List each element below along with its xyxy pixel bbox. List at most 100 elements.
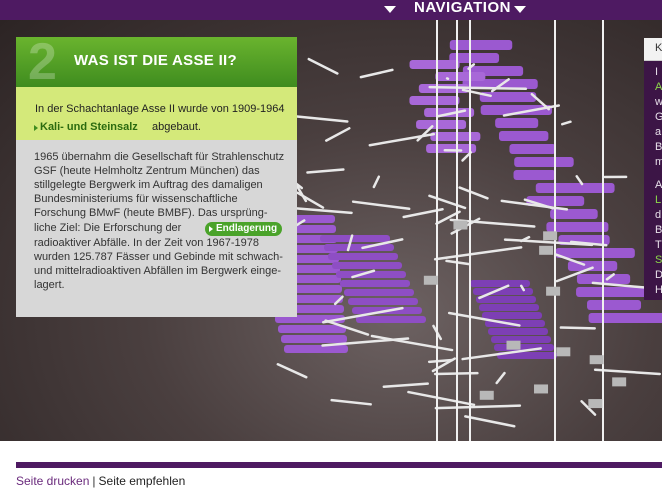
mine-tunnel xyxy=(287,114,349,123)
mine-chamber-block xyxy=(550,209,598,219)
mine-structure xyxy=(506,340,521,350)
mine-chamber-block xyxy=(513,170,556,180)
kali-steinsalz-link[interactable]: Kali- und Steinsalz xyxy=(34,121,138,133)
side-text: B xyxy=(655,224,662,236)
footer-divider xyxy=(16,462,662,468)
mine-chamber-block xyxy=(426,144,477,153)
mine-chamber-block xyxy=(328,253,398,260)
mine-tunnel xyxy=(368,132,436,147)
side-text: A xyxy=(655,179,662,191)
side-text: d xyxy=(655,209,662,221)
mine-chamber-block xyxy=(495,118,539,128)
mine-tunnel xyxy=(593,368,662,376)
mine-tunnel xyxy=(359,68,394,79)
side-text: T xyxy=(655,239,662,251)
mine-structure xyxy=(423,275,438,285)
mine-chamber-block xyxy=(281,335,347,343)
endlagerung-link-label: Endlagerung xyxy=(216,223,278,234)
mine-tunnel xyxy=(330,398,372,406)
top-navigation-bar: NAVIGATION xyxy=(0,0,662,20)
panel-intro: In der Schachtanlage Asse II wurde von 1… xyxy=(16,87,297,140)
mine-structure xyxy=(589,355,604,365)
side-link[interactable]: L xyxy=(655,194,661,206)
mine-chamber-block xyxy=(449,40,513,50)
panel-header: 2 WAS IST DIE ASSE II? xyxy=(16,33,297,91)
mine-tunnel xyxy=(307,57,339,75)
mine-chamber-block xyxy=(488,328,548,335)
mine-chamber-block xyxy=(320,235,390,242)
print-page-link[interactable]: Seite drucken xyxy=(16,474,89,488)
side-link[interactable]: A xyxy=(655,81,662,93)
mine-chamber-block xyxy=(479,92,537,102)
mine-structure xyxy=(546,286,561,296)
mine-chamber-block xyxy=(476,296,536,303)
mine-tunnel xyxy=(495,371,506,385)
side-text: I xyxy=(655,66,659,78)
mine-tunnel xyxy=(294,207,353,215)
mine-structure xyxy=(479,390,494,400)
mine-tunnel xyxy=(306,168,345,174)
mine-visualization-stage: 2 WAS IST DIE ASSE II? In der Schachtanl… xyxy=(0,20,662,441)
side-text: w xyxy=(655,96,662,108)
body-line: GSF (heute Helmholtz Zentrum München) da… xyxy=(34,165,260,177)
body-line: Bundesministeriums für wissenschaftliche xyxy=(34,193,238,205)
mine-chamber-block xyxy=(348,298,418,305)
body-line: 1965 übernahm die Gesellschaft für Strah… xyxy=(34,151,285,163)
mine-tunnel xyxy=(464,415,516,428)
mine-tunnel xyxy=(372,175,381,189)
mine-chamber-block xyxy=(509,144,556,154)
link-arrow-icon xyxy=(209,226,213,232)
side-panel-header[interactable]: K xyxy=(644,38,662,61)
side-panel-title: K xyxy=(655,42,662,54)
panel-number: 2 xyxy=(28,33,57,91)
side-text: m xyxy=(655,156,662,168)
body-line: Forschung BMwF (heute BMBF). Das ursprün… xyxy=(34,207,268,219)
mine-chamber-block xyxy=(340,280,410,287)
mine-tunnel xyxy=(428,194,467,210)
mine-chamber-block xyxy=(588,313,662,323)
body-line: liche Ziel: Die Erforschung der Endlager… xyxy=(34,222,283,236)
link-arrow-icon xyxy=(34,125,38,131)
body-line-text: liche Ziel: Die Erforschung der xyxy=(34,222,182,234)
mine-structure xyxy=(534,384,549,394)
mine-structure xyxy=(543,231,558,241)
mine-tunnel xyxy=(434,404,522,410)
mine-chamber-block xyxy=(344,289,414,296)
mine-structure xyxy=(612,377,627,387)
mine-chamber-block xyxy=(555,248,635,258)
navigation-menu-button[interactable]: NAVIGATION xyxy=(414,0,511,16)
mine-chamber-block xyxy=(332,262,402,269)
mine-chamber-block xyxy=(424,108,475,117)
mine-tunnel xyxy=(382,382,429,389)
mine-tunnel xyxy=(575,175,584,186)
mine-tunnel xyxy=(324,127,351,142)
mine-chamber-block xyxy=(356,316,426,323)
mine-tunnel xyxy=(276,362,308,379)
body-line: stillgelegte Bergwerk im Auftrag des dam… xyxy=(34,179,263,191)
mine-tunnel xyxy=(407,390,476,407)
kali-steinsalz-link-label: Kali- und Steinsalz xyxy=(40,121,138,133)
nav-dropdown-left-icon[interactable] xyxy=(384,6,396,13)
mine-tunnel xyxy=(351,200,411,211)
endlagerung-link[interactable]: Endlagerung xyxy=(205,222,283,236)
body-line: wurden 125.787 Fässer und Gebinde mit sc… xyxy=(34,251,283,263)
body-line: lagert. xyxy=(34,279,65,291)
nav-dropdown-right-icon[interactable] xyxy=(514,6,526,13)
mine-chamber-block xyxy=(409,96,460,105)
mine-tunnel xyxy=(433,246,523,261)
mine-chamber-block xyxy=(514,157,574,167)
intro-text: In der Schachtanlage Asse II wurde von 1… xyxy=(35,103,285,115)
mine-structure xyxy=(453,220,468,230)
side-text: B xyxy=(655,141,662,153)
panel-body: 1965 übernahm die Gesellschaft für Strah… xyxy=(16,140,297,317)
mine-chamber-block xyxy=(479,304,539,311)
mine-chamber-block xyxy=(491,336,551,343)
mine-tunnel xyxy=(458,186,489,200)
mine-tunnel xyxy=(428,85,528,91)
mine-tunnel xyxy=(561,120,572,126)
side-link[interactable]: S xyxy=(655,254,662,266)
recommend-page-link[interactable]: Seite empfehlen xyxy=(99,474,186,488)
mine-chamber-block xyxy=(576,287,647,297)
body-line: und mittelradioaktiven Abfällen im Bergw… xyxy=(34,265,282,277)
mine-chamber-block xyxy=(416,120,467,129)
